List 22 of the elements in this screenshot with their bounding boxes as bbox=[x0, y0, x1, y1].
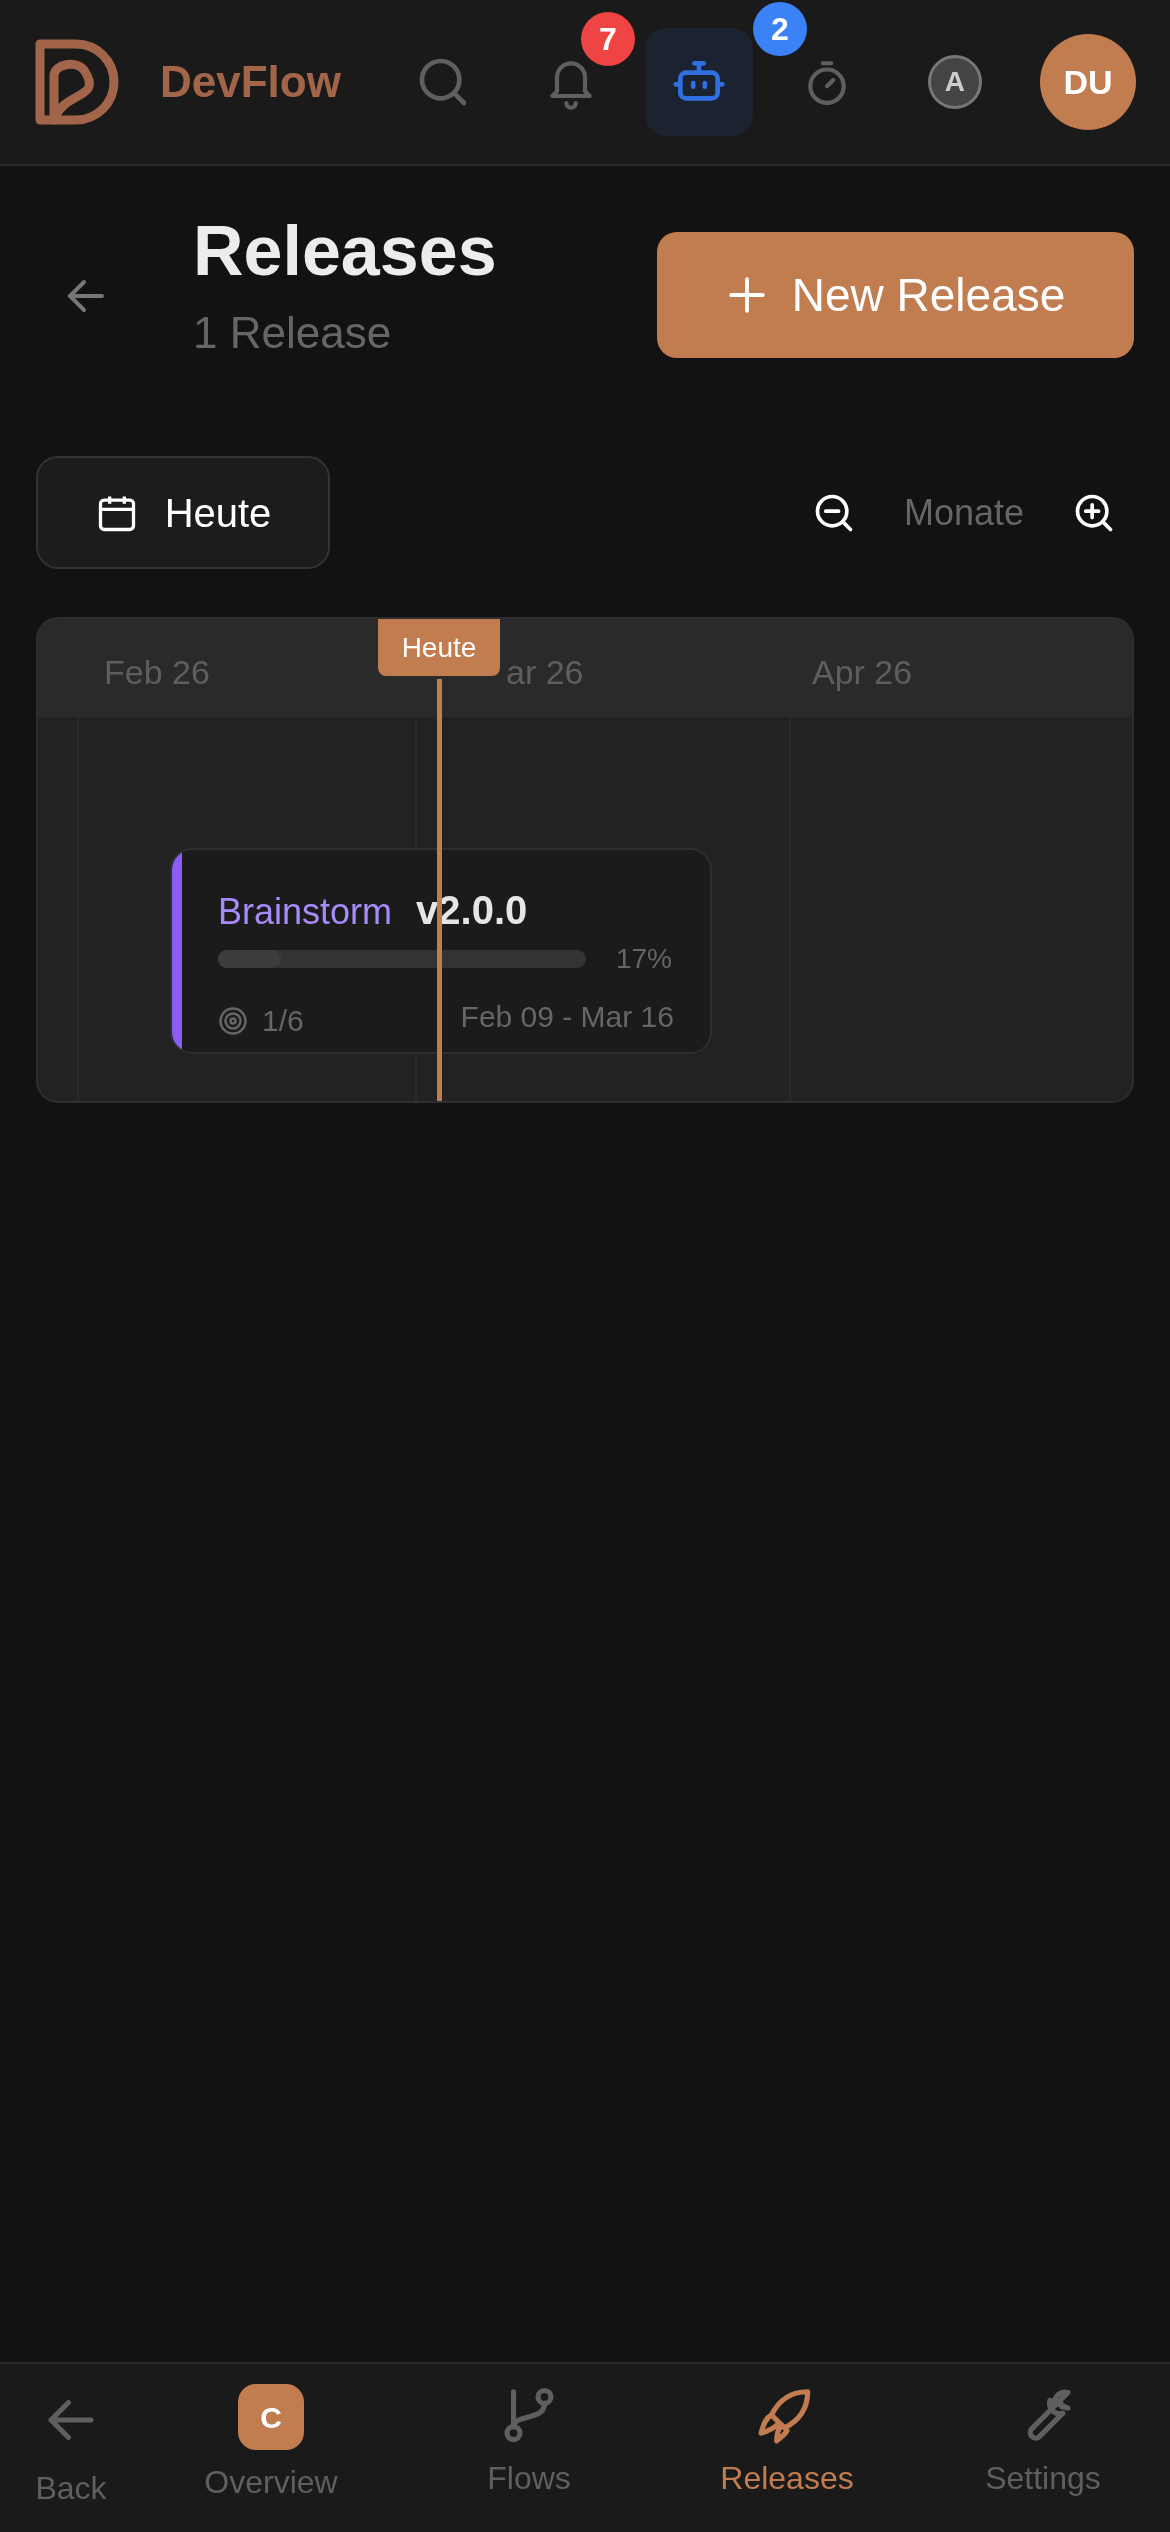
nav-tab[interactable]: Releases bbox=[658, 2384, 916, 2532]
target-icon bbox=[218, 1005, 248, 1036]
user-avatar[interactable]: DU bbox=[1040, 34, 1136, 130]
count-badge: 2 bbox=[752, 2, 807, 56]
zoom-level: Monate bbox=[903, 490, 1024, 535]
nav-tab[interactable]: C Overview bbox=[142, 2384, 400, 2532]
app-name: DevFlow bbox=[160, 56, 341, 108]
page-title: Releases bbox=[193, 211, 497, 292]
task-count: 1/6 bbox=[262, 1003, 304, 1039]
date-range: Feb 09 - Mar 16 bbox=[460, 999, 674, 1035]
letter-button[interactable]: A bbox=[900, 28, 1009, 136]
release-count: 1 Release bbox=[193, 307, 393, 359]
release-name: Brainstorm bbox=[218, 890, 393, 934]
nav-tab[interactable]: Settings bbox=[916, 2384, 1170, 2532]
bot-button[interactable] bbox=[644, 28, 753, 136]
today-marker: Heute bbox=[378, 619, 500, 676]
nav-tab[interactable]: Flows bbox=[400, 2384, 658, 2532]
new-release-button[interactable]: New Release bbox=[657, 232, 1134, 358]
today-button[interactable]: Heute bbox=[36, 456, 330, 569]
nav-tab[interactable]: Back bbox=[0, 2384, 142, 2532]
progress-percent: 17% bbox=[615, 942, 672, 976]
count-badge: 7 bbox=[580, 12, 635, 66]
